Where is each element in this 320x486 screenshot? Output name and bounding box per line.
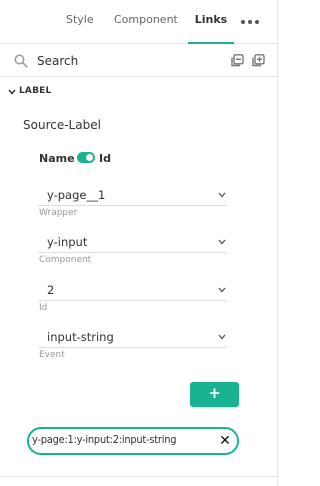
chevron-down-icon bbox=[218, 239, 226, 245]
group-title: Source-Label bbox=[23, 118, 101, 132]
field-label: Wrapper bbox=[39, 208, 78, 218]
link-chip-text: y-page:1:y-input:2:input-string bbox=[32, 433, 177, 446]
dropdown-value: input-string bbox=[47, 330, 114, 344]
toggle-label-id: Id bbox=[99, 152, 111, 165]
field-label: Component bbox=[39, 255, 92, 265]
field-label: Event bbox=[39, 350, 65, 360]
id-dropdown[interactable]: 2 bbox=[38, 279, 227, 301]
wrapper-field: y-page__1 Wrapper bbox=[38, 184, 227, 220]
tab-component[interactable]: Component bbox=[114, 13, 178, 43]
name-id-toggle[interactable] bbox=[77, 152, 95, 163]
links-panel: Style Component Links LABEL So bbox=[0, 0, 278, 486]
link-chip: y-page:1:y-input:2:input-string ✕ bbox=[27, 427, 239, 455]
dropdown-value: y-input bbox=[47, 235, 88, 249]
add-link-button[interactable]: + bbox=[190, 382, 239, 407]
chevron-down-icon bbox=[8, 89, 16, 95]
more-dots-icon[interactable] bbox=[241, 18, 261, 26]
event-field: input-string Event bbox=[38, 326, 227, 362]
tab-style[interactable]: Style bbox=[66, 13, 94, 43]
section-title: LABEL bbox=[19, 86, 52, 96]
tab-bar: Style Component Links bbox=[0, 0, 278, 44]
plus-icon: + bbox=[208, 384, 221, 402]
collapse-all-icon[interactable] bbox=[231, 54, 244, 67]
search-icon bbox=[14, 54, 28, 68]
chevron-down-icon bbox=[218, 192, 226, 198]
divider bbox=[0, 476, 278, 477]
field-label: Id bbox=[39, 303, 48, 313]
search-input[interactable] bbox=[37, 52, 217, 70]
event-dropdown[interactable]: input-string bbox=[38, 326, 227, 348]
dropdown-value: 2 bbox=[47, 283, 55, 297]
toggle-label-name: Name bbox=[39, 152, 75, 165]
expand-all-icon[interactable] bbox=[252, 54, 265, 67]
chevron-down-icon bbox=[218, 334, 226, 340]
chevron-down-icon bbox=[218, 287, 226, 293]
search-bar bbox=[0, 45, 278, 77]
wrapper-dropdown[interactable]: y-page__1 bbox=[38, 184, 227, 206]
dropdown-value: y-page__1 bbox=[47, 188, 106, 202]
tab-links[interactable]: Links bbox=[188, 13, 234, 44]
id-field: 2 Id bbox=[38, 279, 227, 315]
component-dropdown[interactable]: y-input bbox=[38, 231, 227, 253]
component-field: y-input Component bbox=[38, 231, 227, 267]
close-icon[interactable]: ✕ bbox=[217, 432, 233, 450]
